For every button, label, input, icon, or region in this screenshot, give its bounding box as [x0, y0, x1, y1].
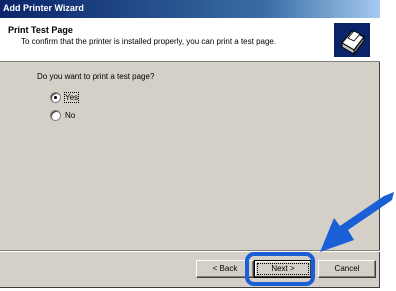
radio-no-label[interactable]: No [65, 111, 75, 120]
wizard-header: Print Test Page To confirm that the prin… [0, 18, 380, 62]
radio-yes-circle[interactable] [50, 91, 61, 103]
title-bar[interactable]: Add Printer Wizard [0, 0, 380, 18]
pointer-arrow-icon [320, 192, 394, 252]
window-title: Add Printer Wizard [3, 3, 84, 13]
page-title: Print Test Page [8, 25, 73, 35]
radio-yes-label[interactable]: Yes [63, 91, 80, 103]
radio-no-circle[interactable] [50, 109, 61, 121]
radio-selected-dot [54, 95, 57, 99]
printer-icon [334, 23, 370, 57]
next-button-highlight [245, 252, 315, 286]
test-page-question: Do you want to print a test page? [37, 72, 155, 81]
radio-yes[interactable]: Yes [50, 91, 80, 103]
cancel-button[interactable]: Cancel [318, 260, 376, 278]
page-subtitle: To confirm that the printer is installed… [21, 37, 277, 46]
radio-no[interactable]: No [50, 109, 75, 121]
